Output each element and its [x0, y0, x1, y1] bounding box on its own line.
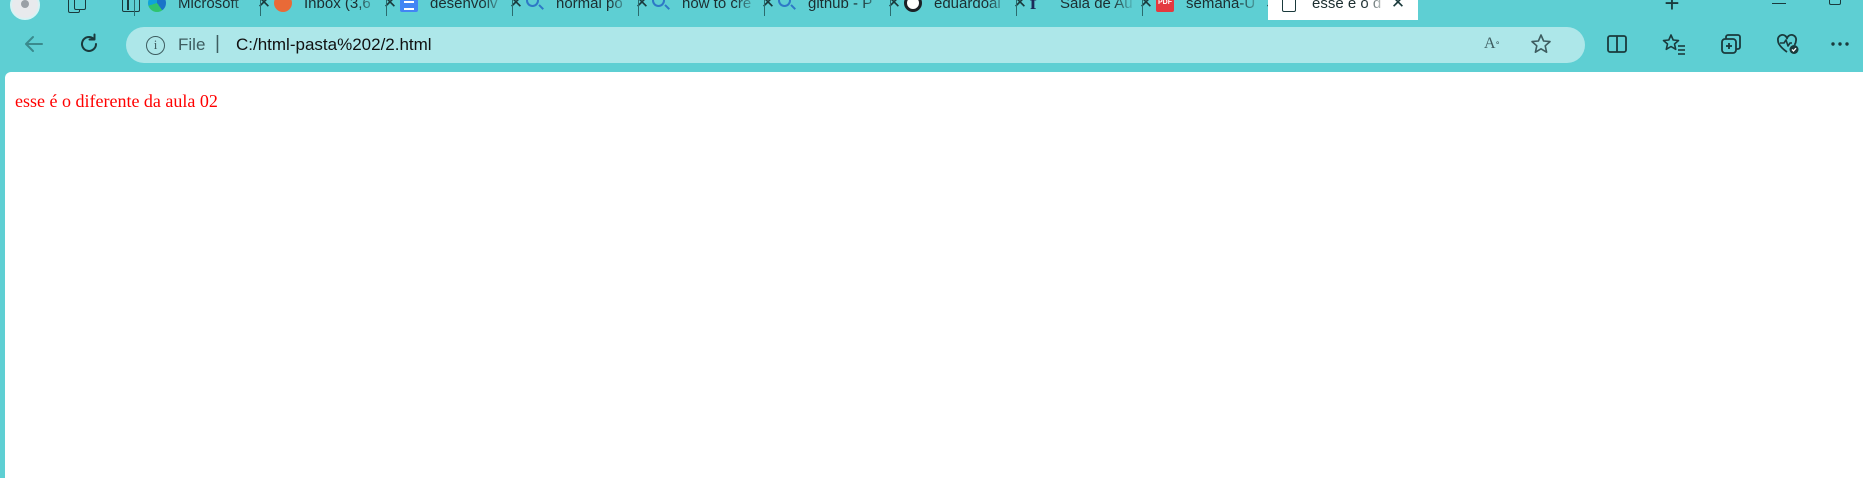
close-icon[interactable]: ✕ [1390, 0, 1406, 11]
browser-essentials-button[interactable] [1770, 28, 1806, 60]
back-arrow-icon [25, 36, 43, 52]
workspaces-icon[interactable] [66, 0, 88, 14]
read-aloud-icon[interactable]: Aᐤ [1484, 35, 1508, 55]
page-icon [1282, 0, 1296, 12]
collections-icon [1721, 34, 1741, 54]
address-divider: | [215, 33, 220, 54]
tab-separator [260, 0, 261, 16]
tab-separator [764, 0, 765, 16]
tab-separator [134, 0, 135, 16]
new-tab-button[interactable]: + [1661, 0, 1683, 16]
site-scheme-label[interactable]: File [178, 27, 205, 63]
profile-avatar[interactable] [10, 0, 40, 20]
search-icon [778, 0, 791, 7]
back-button[interactable] [16, 28, 52, 60]
tab-title: semana-U [1186, 0, 1256, 12]
tab-title: Sala de Au [1060, 0, 1133, 12]
more-icon [1831, 42, 1849, 46]
split-screen-icon [1607, 35, 1627, 53]
split-screen-button[interactable] [1599, 28, 1635, 60]
tab-separator [386, 0, 387, 16]
add-favorite-icon[interactable] [1530, 33, 1552, 55]
tab-separator [512, 0, 513, 16]
minimize-icon[interactable] [1772, 3, 1786, 4]
tab-title: github - P [808, 0, 873, 12]
f-icon: f [1030, 0, 1037, 14]
tab-strip: Microsoft ✕ Inbox (3,6 ✕ desenvolv ✕ nor… [0, 0, 1863, 20]
info-icon[interactable]: i [146, 36, 165, 55]
maximize-icon[interactable] [1829, 0, 1841, 5]
settings-more-button[interactable] [1822, 28, 1858, 60]
tab-title: desenvolv [430, 0, 498, 12]
page-body-text: esse é o diferente da aula 02 [15, 91, 218, 111]
mail-icon [274, 0, 292, 12]
docs-icon [400, 0, 418, 12]
tab-separator [1142, 0, 1143, 16]
page-viewport: esse é o diferente da aula 02 [5, 72, 1863, 478]
tab-title: eduardoal [934, 0, 1001, 12]
favorites-button[interactable] [1656, 28, 1692, 60]
tab-title: Microsoft [178, 0, 239, 12]
address-bar[interactable]: i File | C:/html-pasta%202/2.html Aᐤ [126, 27, 1585, 63]
toolbar: i File | C:/html-pasta%202/2.html Aᐤ [0, 20, 1863, 72]
refresh-icon [81, 33, 97, 52]
tab-separator [890, 0, 891, 16]
heart-pulse-icon [1777, 34, 1799, 54]
refresh-button[interactable] [71, 28, 107, 60]
collections-button[interactable] [1713, 28, 1749, 60]
tab-active[interactable]: esse é o d ✕ [1268, 0, 1418, 20]
tab-title: how to cre [682, 0, 752, 12]
tab-title: esse é o d [1312, 0, 1382, 12]
github-icon [904, 0, 922, 12]
tab-title: Inbox (3,6 [304, 0, 371, 12]
tab-separator [1016, 0, 1017, 16]
url-text[interactable]: C:/html-pasta%202/2.html [236, 27, 432, 63]
search-icon [652, 0, 665, 7]
favorites-icon [1662, 34, 1685, 55]
tab-separator [638, 0, 639, 16]
edge-icon [148, 0, 166, 12]
pdf-icon: PDF [1156, 0, 1174, 12]
tab-title: normal po [556, 0, 623, 12]
search-icon [526, 0, 539, 7]
